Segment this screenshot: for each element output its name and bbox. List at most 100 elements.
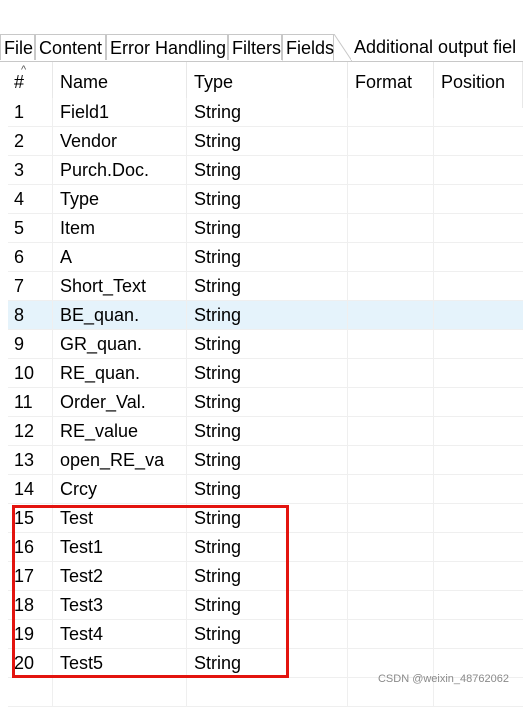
cell-position[interactable] (434, 620, 523, 648)
cell-type[interactable]: String (187, 185, 348, 213)
cell-position[interactable] (434, 243, 523, 271)
cell-position[interactable] (434, 98, 523, 126)
cell-number[interactable]: 12 (8, 417, 53, 445)
cell-type[interactable]: String (187, 243, 348, 271)
cell-format[interactable] (348, 330, 434, 358)
table-row[interactable]: 7 Short_Text String (8, 272, 523, 301)
cell-number[interactable]: 8 (8, 301, 53, 329)
cell-type[interactable]: String (187, 330, 348, 358)
cell-type[interactable]: String (187, 156, 348, 184)
cell-name[interactable]: Item (53, 214, 187, 242)
cell-type[interactable]: String (187, 127, 348, 155)
cell-type[interactable]: String (187, 446, 348, 474)
cell-number[interactable]: 1 (8, 98, 53, 126)
cell-format[interactable] (348, 446, 434, 474)
cell-number[interactable]: 5 (8, 214, 53, 242)
table-row[interactable]: 13 open_RE_va String (8, 446, 523, 475)
cell-format[interactable] (348, 591, 434, 619)
cell-format[interactable] (348, 98, 434, 126)
cell-position[interactable] (434, 417, 523, 445)
tab-file[interactable]: File (0, 34, 35, 60)
cell-format[interactable] (348, 214, 434, 242)
cell-number[interactable]: 4 (8, 185, 53, 213)
cell-position[interactable] (434, 214, 523, 242)
table-row[interactable]: 11 Order_Val. String (8, 388, 523, 417)
cell-number[interactable]: 13 (8, 446, 53, 474)
cell-number[interactable]: 3 (8, 156, 53, 184)
cell-format[interactable] (348, 301, 434, 329)
cell-name[interactable]: RE_value (53, 417, 187, 445)
table-row[interactable]: 1 Field1 String (8, 98, 523, 127)
cell-name[interactable]: Purch.Doc. (53, 156, 187, 184)
table-row[interactable]: 8 BE_quan. String (8, 301, 523, 330)
table-row[interactable]: 3 Purch.Doc. String (8, 156, 523, 185)
cell-number[interactable]: 10 (8, 359, 53, 387)
table-row[interactable]: 10 RE_quan. String (8, 359, 523, 388)
table-row[interactable]: 5 Item String (8, 214, 523, 243)
cell-format[interactable] (348, 156, 434, 184)
cell-position[interactable] (434, 533, 523, 561)
cell-position[interactable] (434, 272, 523, 300)
cell-type[interactable]: String (187, 475, 348, 503)
cell-name[interactable]: A (53, 243, 187, 271)
tab-error-handling[interactable]: Error Handling (106, 34, 228, 60)
cell-number[interactable]: 14 (8, 475, 53, 503)
cell-type[interactable]: String (187, 359, 348, 387)
cell-empty[interactable] (53, 678, 187, 706)
cell-name[interactable]: Crcy (53, 475, 187, 503)
cell-name[interactable]: Vendor (53, 127, 187, 155)
cell-position[interactable] (434, 301, 523, 329)
cell-format[interactable] (348, 417, 434, 445)
cell-name[interactable]: Order_Val. (53, 388, 187, 416)
cell-number[interactable]: 7 (8, 272, 53, 300)
tab-filters[interactable]: Filters (228, 34, 282, 60)
cell-position[interactable] (434, 504, 523, 532)
cell-name[interactable]: GR_quan. (53, 330, 187, 358)
tab-content[interactable]: Content (35, 34, 106, 60)
tab-fields[interactable]: Fields (282, 34, 334, 61)
cell-position[interactable] (434, 388, 523, 416)
table-row[interactable]: 2 Vendor String (8, 127, 523, 156)
cell-position[interactable] (434, 359, 523, 387)
cell-position[interactable] (434, 591, 523, 619)
cell-position[interactable] (434, 562, 523, 590)
table-row[interactable]: 4 Type String (8, 185, 523, 214)
cell-empty[interactable] (8, 678, 53, 706)
cell-name[interactable]: open_RE_va (53, 446, 187, 474)
cell-empty[interactable] (187, 678, 348, 706)
cell-position[interactable] (434, 156, 523, 184)
cell-type[interactable]: String (187, 214, 348, 242)
cell-name[interactable]: RE_quan. (53, 359, 187, 387)
cell-position[interactable] (434, 330, 523, 358)
cell-name[interactable]: BE_quan. (53, 301, 187, 329)
cell-position[interactable] (434, 475, 523, 503)
cell-number[interactable]: 11 (8, 388, 53, 416)
cell-format[interactable] (348, 533, 434, 561)
cell-format[interactable] (348, 243, 434, 271)
table-row[interactable]: 6 A String (8, 243, 523, 272)
cell-number[interactable]: 9 (8, 330, 53, 358)
cell-format[interactable] (348, 388, 434, 416)
cell-type[interactable]: String (187, 272, 348, 300)
cell-format[interactable] (348, 504, 434, 532)
cell-name[interactable]: Type (53, 185, 187, 213)
tab-additional-output-fields[interactable]: Additional output fiel (351, 34, 523, 60)
cell-format[interactable] (348, 475, 434, 503)
table-row[interactable]: 14 Crcy String (8, 475, 523, 504)
cell-type[interactable]: String (187, 388, 348, 416)
table-row[interactable]: 9 GR_quan. String (8, 330, 523, 359)
cell-format[interactable] (348, 562, 434, 590)
cell-position[interactable] (434, 185, 523, 213)
cell-type[interactable]: String (187, 301, 348, 329)
cell-number[interactable]: 6 (8, 243, 53, 271)
cell-format[interactable] (348, 272, 434, 300)
cell-position[interactable] (434, 446, 523, 474)
cell-format[interactable] (348, 127, 434, 155)
cell-name[interactable]: Short_Text (53, 272, 187, 300)
table-row[interactable]: 12 RE_value String (8, 417, 523, 446)
cell-type[interactable]: String (187, 417, 348, 445)
cell-format[interactable] (348, 185, 434, 213)
cell-position[interactable] (434, 127, 523, 155)
cell-format[interactable] (348, 620, 434, 648)
cell-type[interactable]: String (187, 98, 348, 126)
